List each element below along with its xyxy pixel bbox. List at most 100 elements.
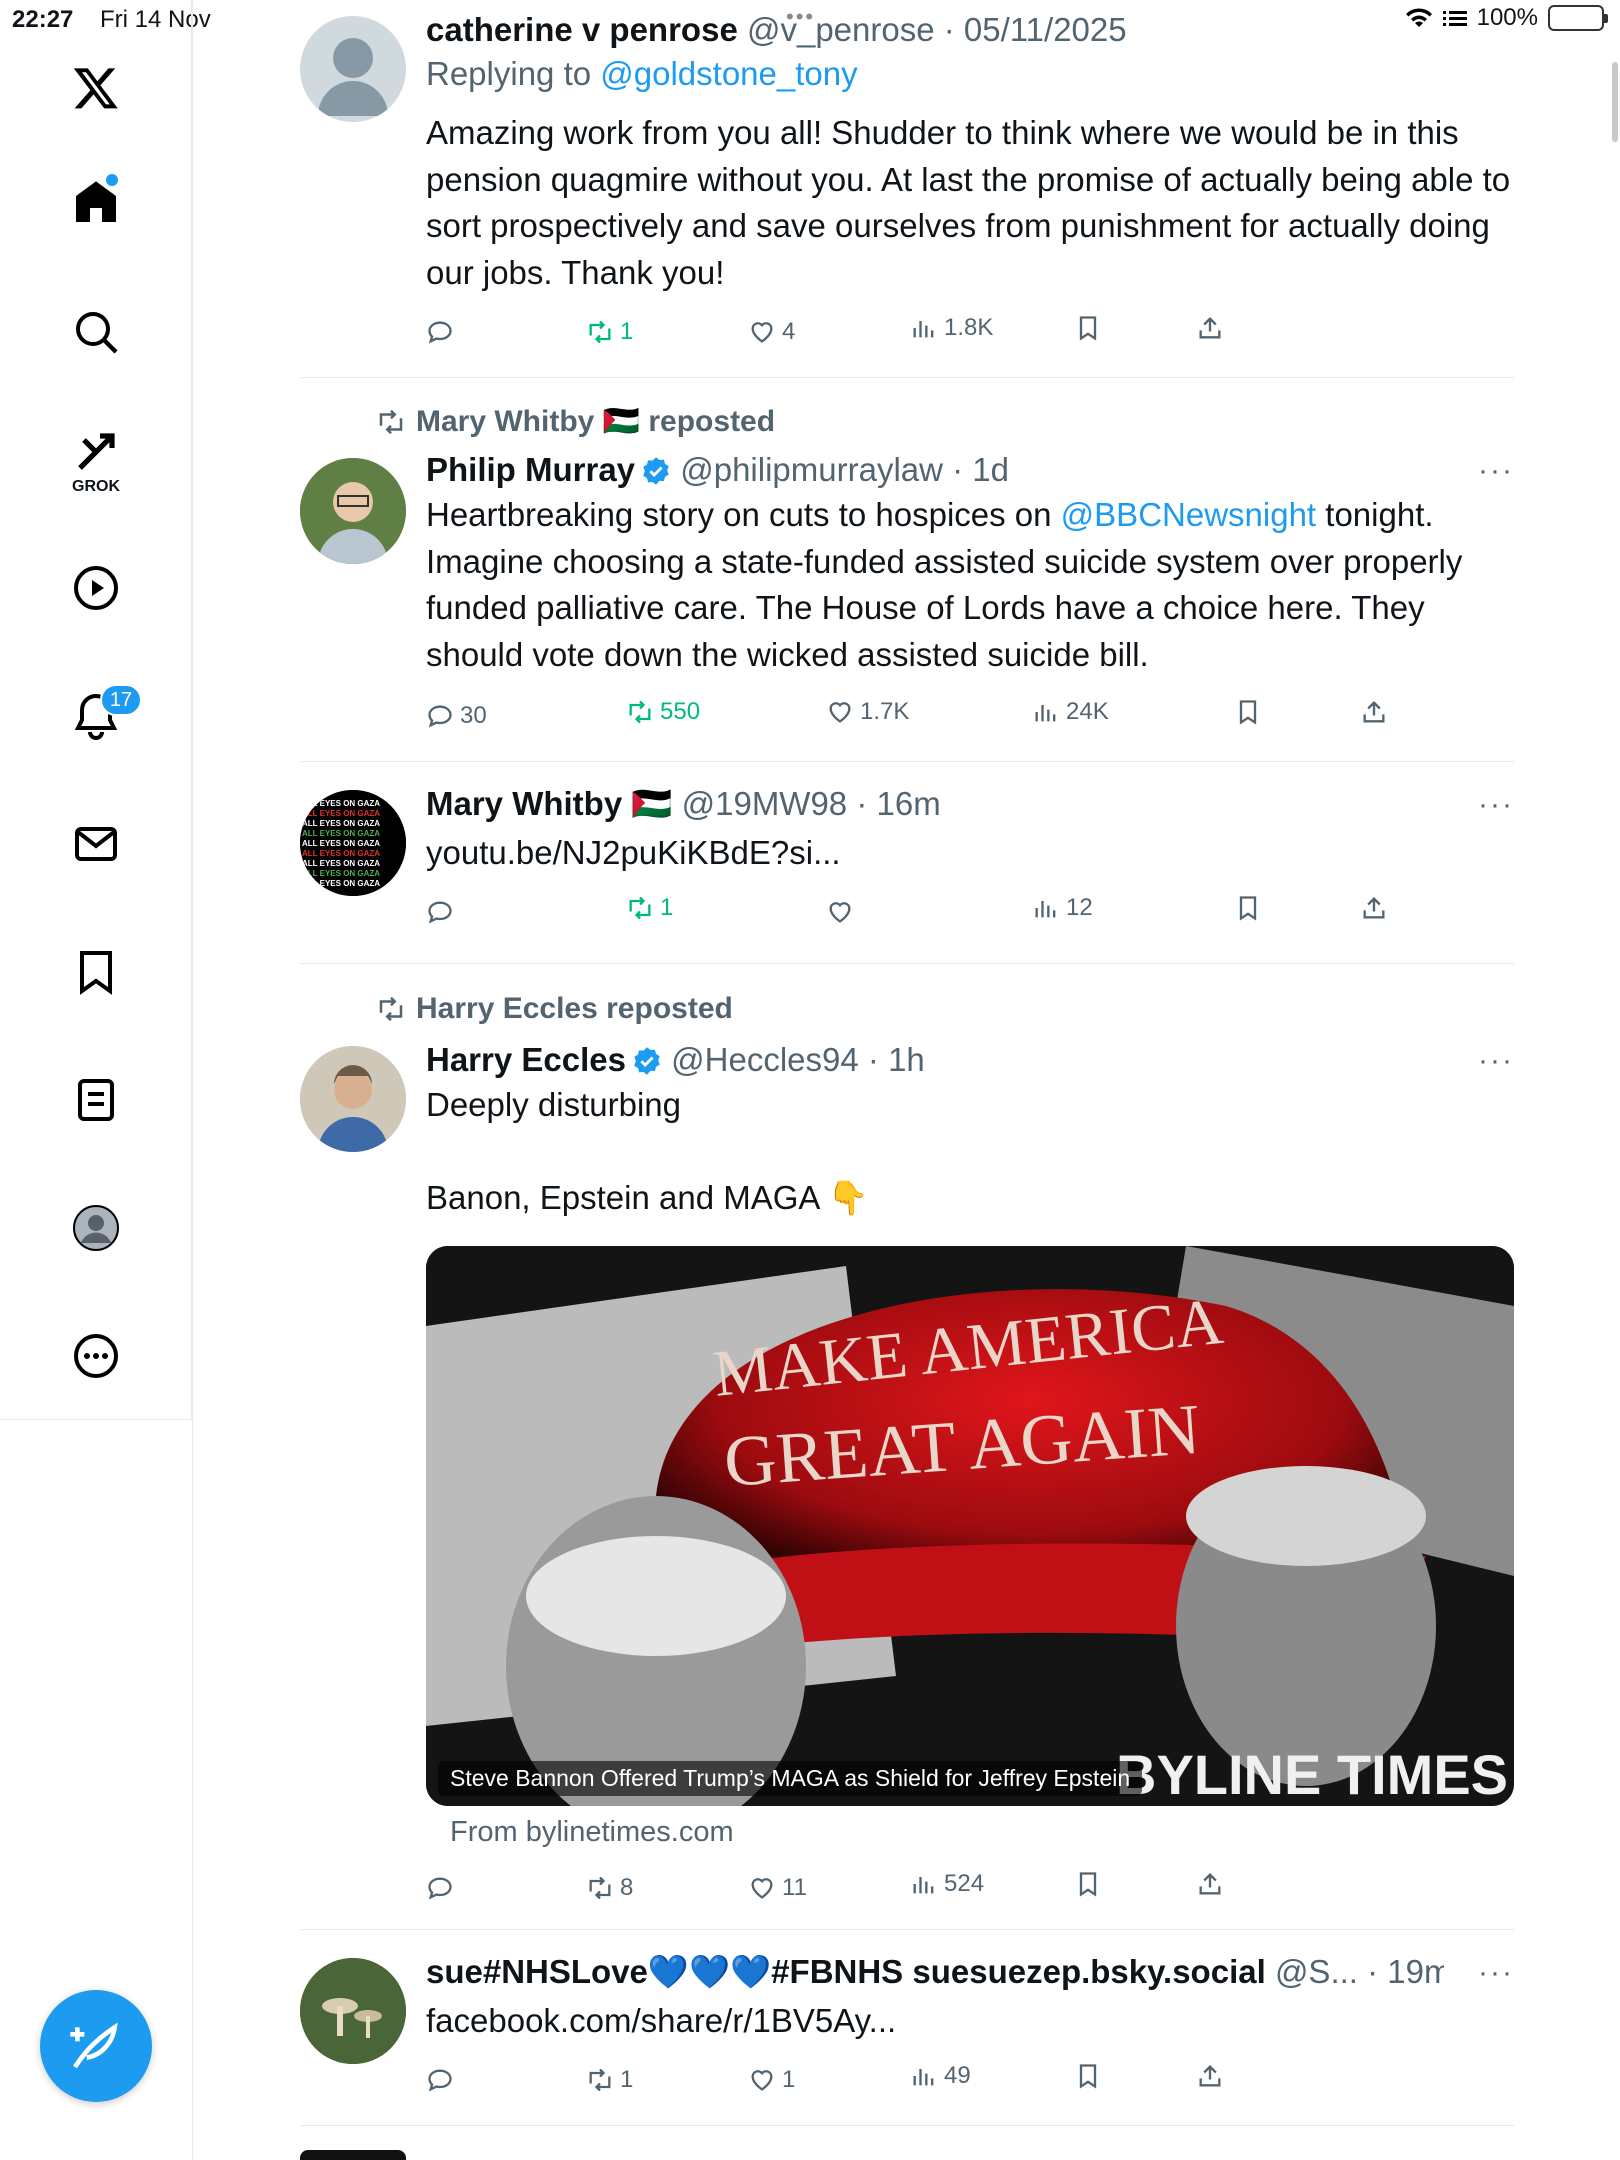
views-chart-icon [1035,901,1056,918]
reply-button[interactable] [426,1874,460,1902]
tweet-header: Mary Whitby 🇵🇸 @19MW98 · 16m [426,782,1514,826]
verified-badge-icon [634,1047,660,1075]
reply-button[interactable]: 30 [426,702,487,730]
share-button[interactable] [1196,2062,1224,2090]
repost-context[interactable]: Mary Whitby 🇵🇸 reposted [376,404,775,439]
avatar[interactable] [300,1046,406,1152]
user-handle[interactable]: @philipmurraylaw [680,451,943,488]
views-button[interactable]: 12 [1032,894,1093,922]
reply-to-link[interactable]: @goldstone_tony [600,55,857,92]
bookmark-button[interactable] [1074,1870,1102,1898]
views-button[interactable]: 1.8K [910,314,993,342]
heart-icon [829,902,851,923]
like-button[interactable]: 1.7K [826,698,909,726]
bookmark-button[interactable] [1074,314,1102,342]
share-button[interactable] [1196,1870,1224,1898]
repost-context[interactable]: Harry Eccles reposted [376,992,733,1026]
grok-icon[interactable] [62,418,130,486]
scrollbar[interactable] [1612,62,1618,142]
share-button[interactable] [1360,894,1388,922]
tweet-sue[interactable]: sue#NHSLove💙💙💙#FBNHS suesuezep.bsky.soci… [300,1930,1514,2126]
user-name[interactable]: sue#NHSLove💙💙💙#FBNHS suesuezep.bsky.soci… [426,1953,1266,1990]
tweet-mary-whitby[interactable]: ALL EYES ON GAZA ALL EYES ON GAZA ALL EY… [300,762,1514,964]
user-handle[interactable]: @19MW98 [682,785,848,822]
lists-icon[interactable] [62,1066,130,1134]
share-icon [1363,701,1385,723]
repost-button[interactable]: 1 [586,318,633,346]
user-name[interactable]: Harry Eccles [426,1041,626,1078]
tweet-link[interactable]: facebook.com/share/r/1BV5Ay... [426,1998,1514,2045]
tweet-content: sue#NHSLove💙💙💙#FBNHS suesuezep.bsky.soci… [426,1950,1514,2045]
card-source[interactable]: From bylinetimes.com [450,1816,734,1849]
post-time[interactable]: · 1h [868,1041,925,1078]
more-options-icon[interactable] [62,1322,130,1390]
views-button[interactable]: 49 [910,2062,971,2090]
avatar[interactable]: ALL EYES ON GAZA ALL EYES ON GAZA ALL EY… [300,790,406,896]
repost-icon [379,996,403,1022]
svg-text:ALL EYES ON GAZA: ALL EYES ON GAZA [302,819,380,828]
heart-icon [829,702,851,723]
like-button[interactable]: 11 [748,1874,807,1902]
more-menu-button[interactable]: ··· [1478,1956,1514,1990]
link-card-image[interactable]: MAKE AMERICA GREAT AGAIN BYLINE TIMES St… [426,1246,1514,1806]
more-menu-button[interactable]: ··· [1478,454,1514,488]
post-time[interactable]: · 1d [952,451,1009,488]
tweet-philip-murray[interactable]: Mary Whitby 🇵🇸 reposted Philip Murray @p… [300,378,1514,762]
tweet-link[interactable]: youtu.be/NJ2puKiKBdE?si... [426,830,1514,877]
home-icon[interactable] [62,168,130,236]
next-tweet-avatar-partial [300,2150,406,2160]
heart-icon [751,322,773,343]
gaza-avatar-graphic: ALL EYES ON GAZA ALL EYES ON GAZA ALL EY… [300,790,406,896]
user-name[interactable]: Philip Murray [426,451,635,488]
user-handle[interactable]: @v_penrose [747,11,935,48]
avatar[interactable] [300,458,406,564]
search-icon[interactable] [62,298,130,366]
share-icon [1199,317,1221,339]
user-handle[interactable]: @Heccles94 [671,1041,859,1078]
tweet-content: Philip Murray @philipmurraylaw · 1d Hear… [426,448,1514,678]
repost-button[interactable]: 1 [626,894,673,922]
tweet-catherine[interactable]: catherine v penrose @v_penrose · 05/11/2… [300,0,1514,378]
like-button[interactable]: 1 [748,2066,795,2094]
views-button[interactable]: 24K [1032,698,1109,726]
reply-icon [428,1877,452,1900]
x-logo-icon[interactable] [62,54,130,122]
user-handle[interactable]: @S... [1275,1953,1358,1990]
bookmark-button[interactable] [1234,698,1262,726]
repost-icon [379,409,403,434]
reply-context: Replying to @goldstone_tony [426,52,1514,96]
user-name[interactable]: catherine v penrose [426,11,738,48]
bookmarks-icon[interactable] [62,938,130,1006]
post-time[interactable]: · 16m [856,785,940,822]
post-time[interactable]: · 19m [1367,1953,1444,1990]
reply-button[interactable] [426,2066,460,2094]
more-menu-button[interactable]: ··· [1478,1044,1514,1078]
avatar[interactable] [300,16,406,122]
repost-button[interactable]: 550 [626,698,700,726]
svg-text:ALL EYES ON GAZA: ALL EYES ON GAZA [302,809,380,818]
tweet-harry-eccles[interactable]: Harry Eccles reposted Harry Eccles @Hecc… [300,964,1514,1930]
video-icon[interactable] [62,554,130,622]
like-button[interactable] [826,898,860,926]
mention-link[interactable]: @BBCNewsnight [1061,496,1316,533]
share-button[interactable] [1360,698,1388,726]
views-button[interactable]: 524 [910,1870,984,1898]
profile-avatar-icon[interactable] [62,1194,130,1262]
reply-button[interactable] [426,898,460,926]
bookmark-button[interactable] [1234,894,1262,922]
share-button[interactable] [1196,314,1224,342]
reply-button[interactable] [426,318,460,346]
like-button[interactable]: 4 [748,318,795,346]
repost-button[interactable]: 1 [586,2066,633,2094]
user-name[interactable]: Mary Whitby 🇵🇸 [426,785,672,822]
grok-label: GROK [72,478,120,495]
svg-text:ALL EYES ON GAZA: ALL EYES ON GAZA [302,869,380,878]
bookmark-button[interactable] [1074,2062,1102,2090]
repost-button[interactable]: 8 [586,1874,633,1902]
tweet-actions: 8 11 524 [426,1870,1514,1914]
avatar[interactable] [300,1958,406,2064]
messages-icon[interactable] [62,810,130,878]
compose-post-button[interactable] [40,1990,152,2102]
more-menu-button[interactable]: ··· [1478,788,1514,822]
post-time[interactable]: · 05/11/2025 [944,11,1127,48]
